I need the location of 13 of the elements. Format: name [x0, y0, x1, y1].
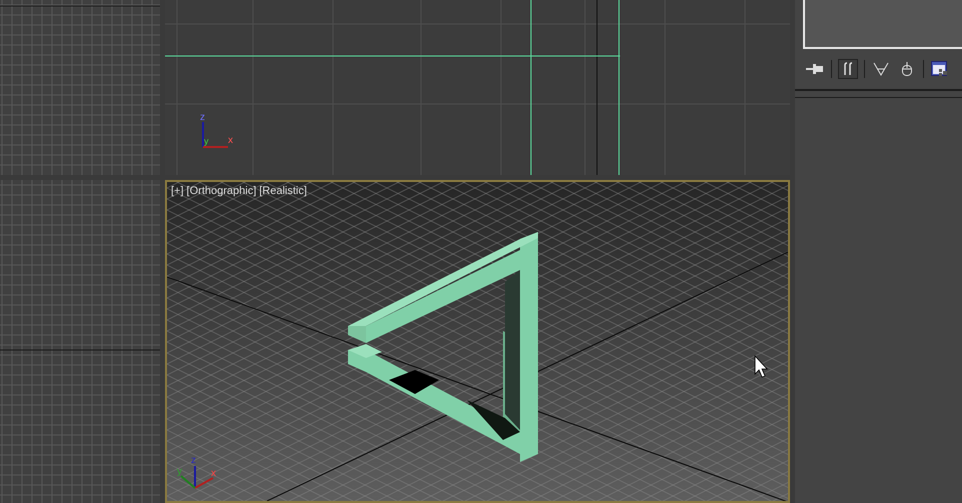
mouse-icon [901, 62, 913, 76]
axis-gizmo-drawing: z y x [200, 112, 233, 148]
viewport-label[interactable]: [Orthographic] [186, 185, 256, 197]
cursor-icon [754, 354, 768, 378]
window-settings-icon [931, 61, 949, 77]
toolbar-button[interactable] [930, 59, 950, 79]
axis-gizmo-drawing: z y x [177, 455, 216, 489]
pin-icon [806, 62, 824, 76]
funnel-icon [873, 62, 889, 76]
toolbar-button[interactable] [838, 59, 858, 79]
viewport-label[interactable]: [Realistic] [259, 185, 307, 197]
viewport-label[interactable]: [+] [171, 185, 184, 197]
hierarchy-icon [843, 62, 853, 76]
